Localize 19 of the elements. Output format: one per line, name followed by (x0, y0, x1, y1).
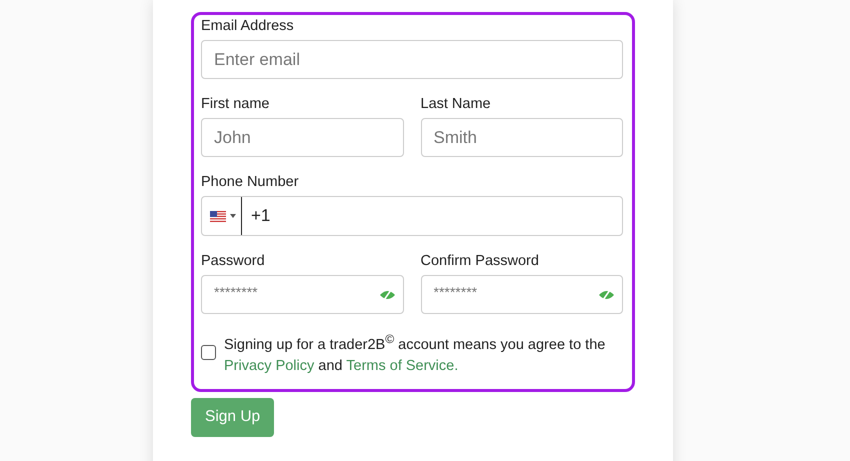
last-name-field[interactable]: Smith (420, 118, 623, 157)
confirm-password-field[interactable]: ******** (420, 275, 623, 314)
field-label: Email Address (201, 18, 295, 34)
agreement-checkbox[interactable] (201, 345, 216, 360)
phone-field[interactable]: +1 (201, 196, 623, 236)
eye-icon[interactable] (378, 289, 396, 301)
field-label: Phone Number (201, 174, 300, 190)
field-label: Last Name (420, 96, 492, 112)
field-label: Password (201, 253, 266, 269)
privacy-policy-link[interactable]: Privacy Policy (224, 358, 314, 374)
password-field[interactable]: ******** (201, 275, 404, 314)
field-label: Confirm Password (420, 253, 540, 269)
agreement-text: Signing up for a trader2B$^{©}$ account means you agree to the Privacy Policy and Terms of Service. (224, 331, 606, 376)
eye-icon[interactable] (598, 289, 615, 301)
first-name-field[interactable]: John (201, 118, 404, 157)
field-label: First name (201, 96, 270, 112)
terms-of-service-link[interactable]: Terms of Service. (346, 358, 458, 374)
sign-up-button[interactable]: Sign Up (191, 398, 274, 437)
email-field[interactable]: Enter email (201, 40, 623, 79)
